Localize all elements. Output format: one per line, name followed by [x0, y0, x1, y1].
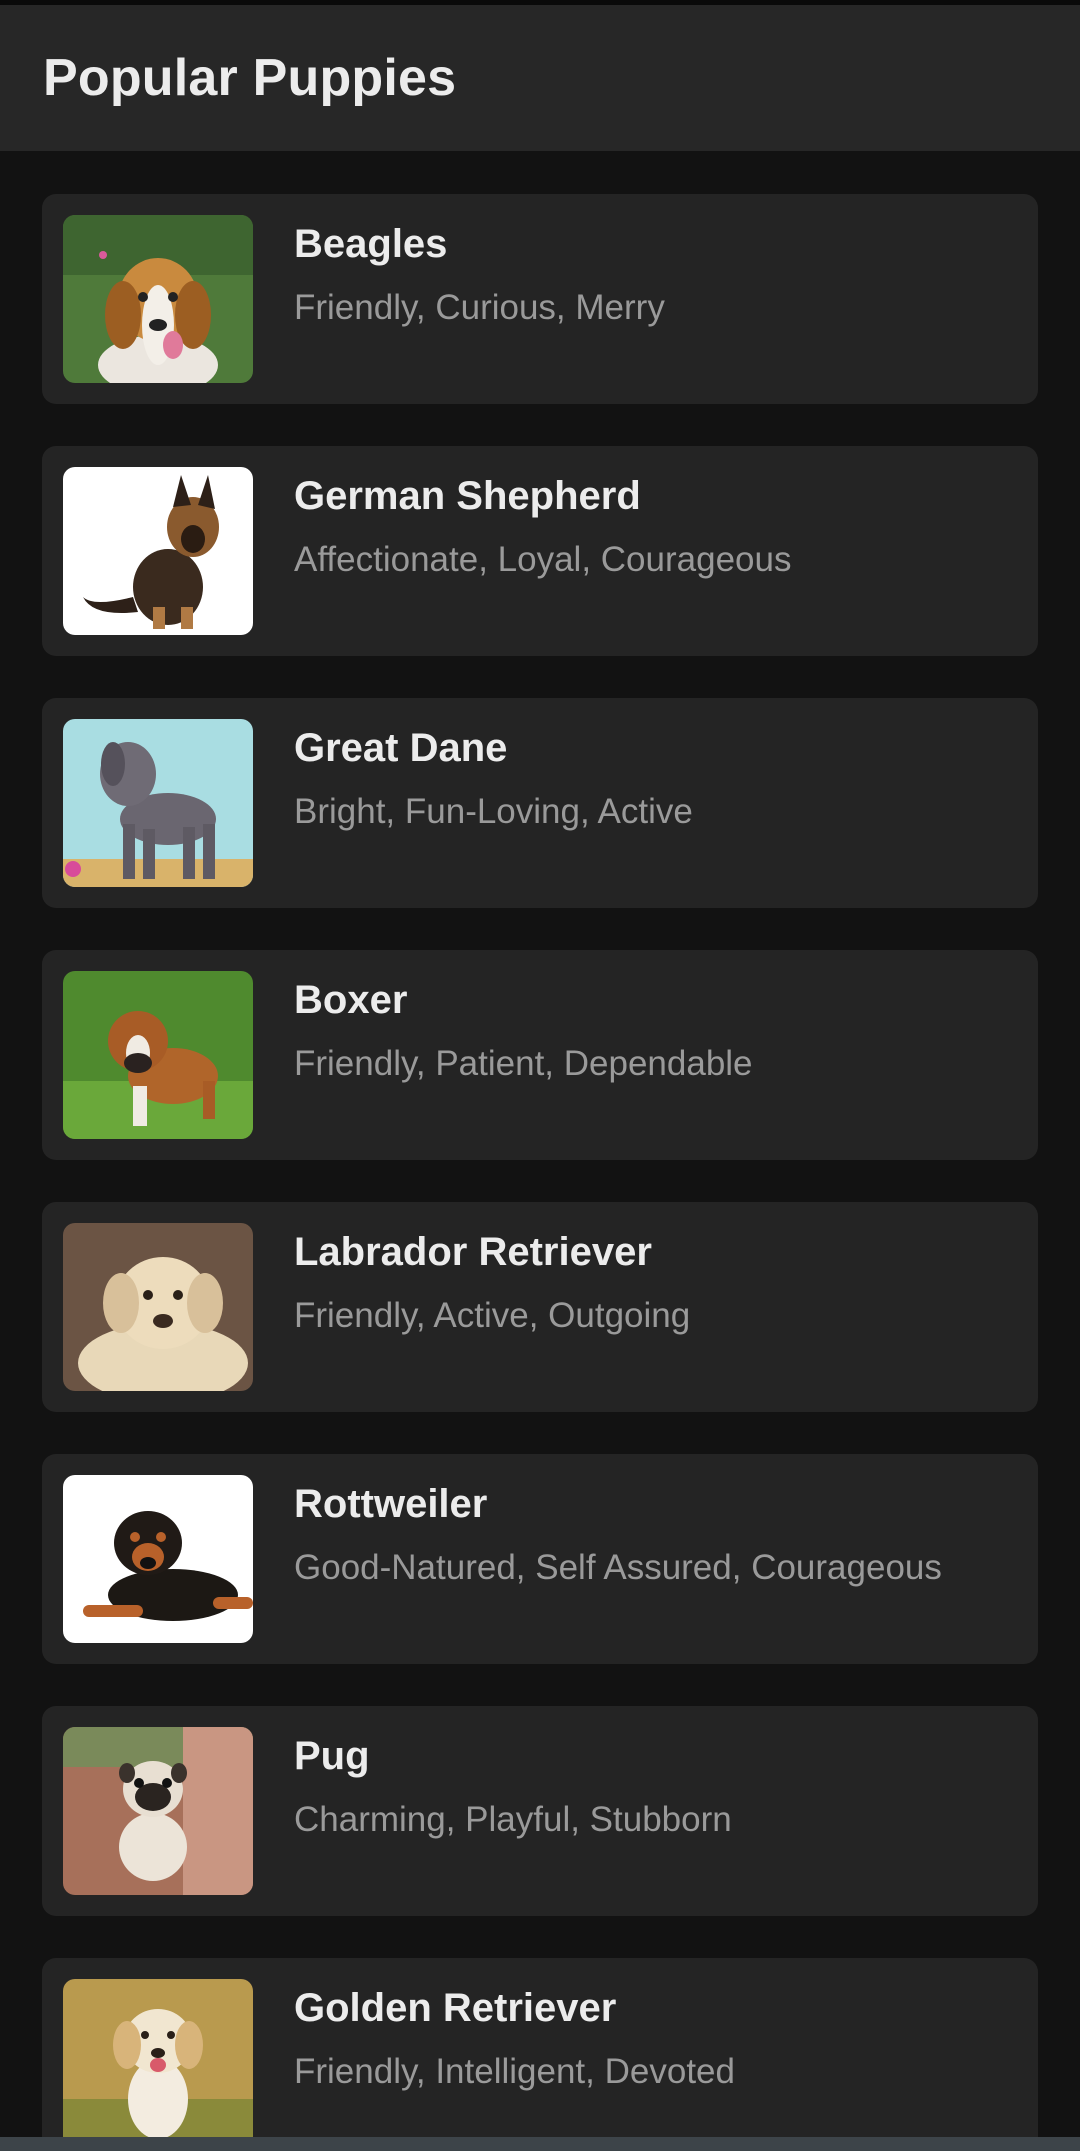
list-item[interactable]: Beagles Friendly, Curious, Merry [42, 194, 1038, 404]
list-item[interactable]: Labrador Retriever Friendly, Active, Out… [42, 1202, 1038, 1412]
list-item[interactable]: Pug Charming, Playful, Stubborn [42, 1706, 1038, 1916]
screen: Popular Puppies Beagles Friendly, Curiou… [0, 0, 1080, 2151]
list-item[interactable]: Rottweiler Good-Natured, Self Assured, C… [42, 1454, 1038, 1664]
pug-photo [63, 1727, 253, 1895]
puppy-list[interactable]: Beagles Friendly, Curious, Merry German … [42, 194, 1038, 2151]
page-title: Popular Puppies [43, 49, 457, 107]
navigation-bar [0, 2137, 1080, 2151]
breed-traits: Friendly, Active, Outgoing [294, 1296, 691, 1335]
breed-name: Golden Retriever [294, 1986, 617, 2030]
breed-name: Great Dane [294, 726, 508, 770]
breed-name: German Shepherd [294, 474, 641, 518]
german-shepherd-photo [63, 467, 253, 635]
app-bar: Popular Puppies [0, 5, 1080, 151]
rottweiler-photo [63, 1475, 253, 1643]
breed-name: Boxer [294, 978, 408, 1022]
list-item[interactable]: Golden Retriever Friendly, Intelligent, … [42, 1958, 1038, 2151]
breed-traits: Charming, Playful, Stubborn [294, 1800, 732, 1839]
breed-name: Labrador Retriever [294, 1230, 652, 1274]
great-dane-photo [63, 719, 253, 887]
list-item[interactable]: Great Dane Bright, Fun-Loving, Active [42, 698, 1038, 908]
labrador-photo [63, 1223, 253, 1391]
breed-traits: Bright, Fun-Loving, Active [294, 792, 693, 831]
golden-retriever-photo [63, 1979, 253, 2147]
list-item[interactable]: Boxer Friendly, Patient, Dependable [42, 950, 1038, 1160]
breed-traits: Friendly, Intelligent, Devoted [294, 2052, 735, 2091]
breed-traits: Friendly, Curious, Merry [294, 288, 665, 327]
boxer-photo [63, 971, 253, 1139]
breed-traits: Affectionate, Loyal, Courageous [294, 540, 792, 579]
breed-traits: Good-Natured, Self Assured, Courageous [294, 1548, 942, 1587]
breed-name: Beagles [294, 222, 448, 266]
beagle-photo [63, 215, 253, 383]
breed-traits: Friendly, Patient, Dependable [294, 1044, 753, 1083]
breed-name: Rottweiler [294, 1482, 488, 1526]
list-item[interactable]: German Shepherd Affectionate, Loyal, Cou… [42, 446, 1038, 656]
breed-name: Pug [294, 1734, 370, 1778]
